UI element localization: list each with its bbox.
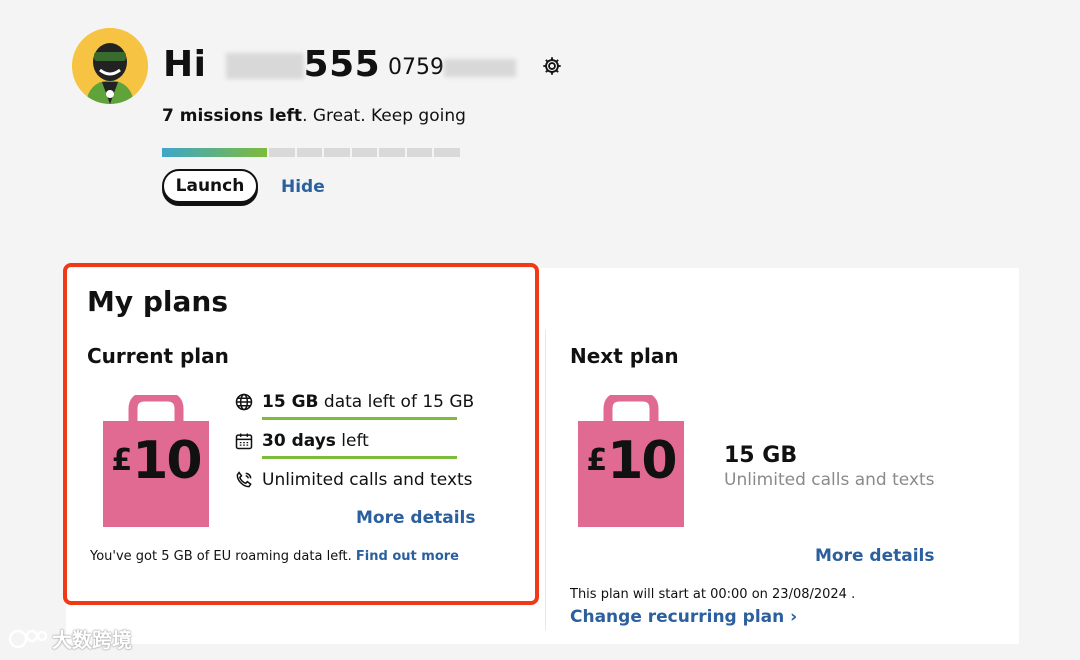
calendar-icon (235, 433, 253, 450)
current-plan-price: £10 (103, 431, 209, 491)
roaming-text: You've got 5 GB of EU roaming data left. (90, 549, 352, 564)
missions-message: . Great. Keep going (302, 106, 466, 126)
next-plan-data: 15 GB (724, 443, 798, 468)
redacted-name (225, 53, 304, 79)
days-suffix: left (335, 431, 369, 451)
phone-visible: 0759 (388, 55, 444, 80)
phone-icon (236, 471, 252, 488)
phone-number: 0759 (388, 55, 516, 80)
greeting: Hi 555 (163, 44, 380, 85)
progress-segment (351, 148, 378, 157)
missions-count: 7 missions left (162, 106, 303, 126)
watermark: 大数跨境 (8, 624, 132, 653)
progress-segment (434, 148, 461, 157)
current-more-details-link[interactable]: More details (356, 508, 476, 528)
plans-title: My plans (87, 285, 228, 318)
data-total: data left of 15 GB (318, 392, 475, 412)
progress-segment (324, 148, 350, 157)
days-remaining: 30 days (262, 431, 336, 451)
data-remaining: 15 GB (262, 392, 319, 412)
launch-button[interactable]: Launch (162, 169, 258, 203)
find-out-more-link[interactable]: Find out more (356, 549, 459, 564)
calls-text: Unlimited calls and texts (262, 470, 473, 490)
data-usage-bar (262, 417, 457, 420)
progress-segment (296, 148, 323, 157)
price-symbol: £ (111, 443, 133, 478)
gear-icon[interactable] (541, 55, 563, 77)
next-more-details-link[interactable]: More details (815, 546, 935, 566)
progress-segment (379, 148, 405, 157)
current-plan-title: Current plan (87, 344, 229, 368)
next-plan-calls: Unlimited calls and texts (724, 470, 935, 490)
next-plan-title: Next plan (570, 344, 679, 368)
progress-segment (406, 148, 433, 157)
avatar-illustration (72, 28, 148, 104)
data-allowance-row: 15 GB data left of 15 GB (234, 392, 474, 412)
progress-segment (269, 148, 295, 157)
avatar (72, 28, 148, 104)
plans-divider (545, 330, 546, 630)
roaming-info: You've got 5 GB of EU roaming data left.… (90, 549, 459, 564)
price-symbol: £ (586, 443, 608, 478)
current-plan-price-bag: £10 (103, 395, 209, 527)
calls-row: Unlimited calls and texts (234, 470, 473, 490)
greeting-prefix: Hi (163, 44, 207, 85)
days-progress-bar (262, 456, 457, 459)
redacted-phone (444, 59, 516, 77)
hide-link[interactable]: Hide (281, 177, 325, 197)
price-value: 10 (132, 431, 202, 491)
next-plan-price: £10 (578, 431, 684, 491)
progress-fill (162, 148, 267, 157)
next-plan-price-bag: £10 (578, 395, 684, 527)
price-value: 10 (607, 431, 677, 491)
watermark-logo-icon (8, 629, 48, 648)
globe-icon (235, 393, 253, 411)
watermark-text: 大数跨境 (52, 628, 132, 652)
missions-progress-bar (162, 148, 461, 157)
missions-status: 7 missions left. Great. Keep going (162, 106, 466, 126)
next-plan-start-info: This plan will start at 00:00 on 23/08/2… (570, 587, 856, 602)
change-recurring-plan-link[interactable]: Change recurring plan › (570, 607, 797, 627)
days-left-row: 30 days left (234, 431, 369, 451)
username-visible: 555 (303, 44, 381, 85)
